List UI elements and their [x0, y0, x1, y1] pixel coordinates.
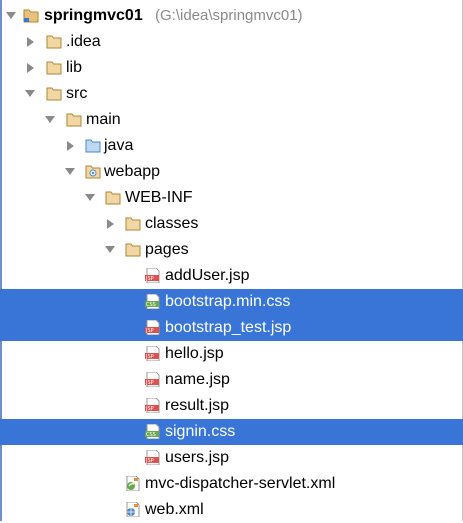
svg-text:JSP: JSP — [145, 406, 154, 412]
tree-item-label: users.jsp — [165, 449, 230, 466]
project-name: springmvc01 — [44, 7, 143, 24]
tree-item-label: classes — [145, 215, 199, 232]
tree-item-label: bootstrap.min.css — [165, 293, 291, 310]
jsp-file-icon: JSP — [145, 372, 160, 387]
tree-row-file[interactable]: JSP name.jsp — [0, 367, 463, 393]
web-folder-icon — [85, 165, 101, 179]
tree-row-file[interactable]: JSP addUser.jsp — [0, 263, 463, 289]
tree-item-label: src — [66, 85, 88, 102]
jsp-file-icon: JSP — [145, 346, 160, 361]
tree-row-idea[interactable]: .idea — [0, 29, 463, 55]
tree-item-label: hello.jsp — [165, 345, 224, 362]
svg-text:CSS: CSS — [146, 302, 156, 308]
chevron-right-icon[interactable] — [107, 219, 114, 229]
folder-icon — [46, 61, 62, 75]
tree-item-label: web.xml — [145, 501, 204, 518]
svg-text:JSP: JSP — [145, 380, 154, 386]
chevron-down-icon[interactable] — [65, 168, 75, 175]
tree-row-webapp[interactable]: webapp — [0, 159, 463, 185]
svg-text:CSS: CSS — [146, 432, 156, 438]
tree-item-label: .idea — [66, 33, 101, 50]
folder-icon — [66, 113, 82, 127]
tree-row-file-selected[interactable]: CSS signin.css — [0, 419, 463, 445]
folder-icon — [125, 243, 141, 257]
tree-row-java[interactable]: java — [0, 133, 463, 159]
source-folder-icon — [85, 139, 101, 153]
jsp-file-icon: JSP — [145, 450, 160, 465]
tree-row-project-root[interactable]: springmvc01 (G:\idea\springmvc01) — [0, 3, 463, 29]
spring-xml-file-icon — [126, 476, 140, 491]
tree-item-label: java — [104, 137, 134, 154]
folder-icon — [46, 87, 62, 101]
tree-row-file[interactable]: web.xml — [0, 497, 463, 523]
chevron-down-icon[interactable] — [45, 116, 55, 123]
project-folder-icon — [23, 9, 39, 23]
project-tree: springmvc01 (G:\idea\springmvc01) .idea … — [0, 0, 463, 521]
tree-item-label: bootstrap_test.jsp — [165, 319, 292, 336]
tree-item-label: addUser.jsp — [165, 267, 250, 284]
tree-item-label: name.jsp — [165, 371, 230, 388]
tree-item-label: main — [86, 111, 121, 128]
tree-item-label: mvc-dispatcher-servlet.xml — [145, 475, 336, 492]
jsp-file-icon: JSP — [145, 398, 160, 413]
svg-text:JSP: JSP — [145, 276, 154, 282]
folder-icon — [125, 217, 141, 231]
tree-row-file[interactable]: JSP result.jsp — [0, 393, 463, 419]
chevron-down-icon[interactable] — [105, 246, 115, 253]
tree-row-web-inf[interactable]: WEB-INF — [0, 185, 463, 211]
chevron-down-icon[interactable] — [25, 90, 35, 97]
project-path: (G:\idea\springmvc01) — [155, 7, 303, 24]
tree-item-label: webapp — [104, 163, 161, 180]
chevron-right-icon[interactable] — [27, 63, 34, 73]
chevron-right-icon[interactable] — [67, 141, 74, 151]
tree-row-file-selected[interactable]: CSS bootstrap.min.css — [0, 289, 463, 315]
tree-row-file-selected[interactable]: JSP bootstrap_test.jsp — [0, 315, 463, 341]
tree-row-classes[interactable]: classes — [0, 211, 463, 237]
svg-text:JSP: JSP — [145, 328, 154, 334]
svg-text:JSP: JSP — [145, 458, 154, 464]
folder-icon — [105, 191, 121, 205]
tree-row-lib[interactable]: lib — [0, 55, 463, 81]
css-file-icon: CSS — [145, 294, 160, 309]
tree-row-src[interactable]: src — [0, 81, 463, 107]
tree-item-label: signin.css — [165, 423, 236, 440]
jsp-file-icon: JSP — [145, 320, 160, 335]
svg-text:JSP: JSP — [145, 354, 154, 360]
chevron-down-icon[interactable] — [85, 194, 95, 201]
tree-row-pages[interactable]: pages — [0, 237, 463, 263]
tree-row-main[interactable]: main — [0, 107, 463, 133]
tree-item-label: result.jsp — [165, 397, 230, 414]
tree-item-label: WEB-INF — [125, 189, 193, 206]
tree-item-label: lib — [66, 59, 83, 76]
tree-item-label: pages — [145, 241, 189, 258]
css-file-icon: CSS — [145, 424, 160, 439]
tree-row-file[interactable]: JSP users.jsp — [0, 445, 463, 471]
web-xml-file-icon — [126, 502, 140, 517]
jsp-file-icon: JSP — [145, 268, 160, 283]
tree-row-file[interactable]: JSP hello.jsp — [0, 341, 463, 367]
chevron-right-icon[interactable] — [27, 37, 34, 47]
folder-icon — [46, 35, 62, 49]
chevron-down-icon[interactable] — [6, 12, 16, 19]
tree-row-file[interactable]: mvc-dispatcher-servlet.xml — [0, 471, 463, 497]
